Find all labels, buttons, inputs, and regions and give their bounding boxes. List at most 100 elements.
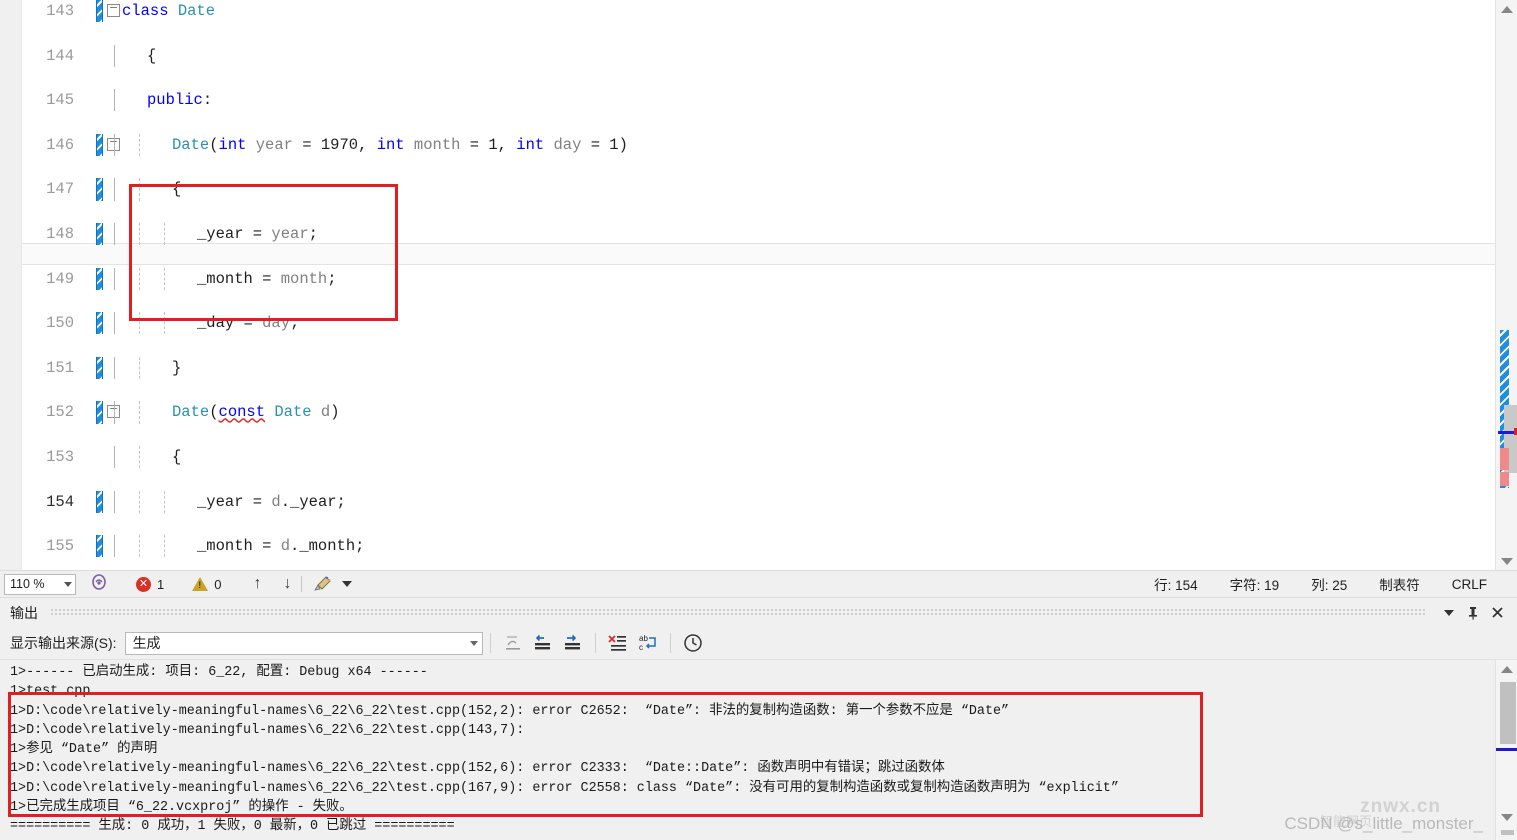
output-text-content[interactable]: 1>------ 已启动生成: 项目: 6_22, 配置: Debug x64 … xyxy=(0,660,1495,840)
word-wrap-icon: ab c xyxy=(639,634,656,652)
code-line[interactable]: 144 { xyxy=(22,44,1495,67)
code-line[interactable]: 152 Date(const Date d) xyxy=(22,401,1495,424)
status-divider xyxy=(301,576,303,592)
next-issue-button[interactable]: ↓ xyxy=(283,575,291,593)
svg-text:c: c xyxy=(639,643,643,652)
eol-indicator[interactable]: CRLF xyxy=(1436,577,1503,592)
code-line[interactable]: 146 Date(int year = 1970, int month = 1, … xyxy=(22,133,1495,157)
indent-guide xyxy=(114,312,115,335)
code-text-area[interactable]: 143 class Date 144 { 145 public: 146 Date(int y… xyxy=(22,0,1495,570)
output-line[interactable]: 1>D:\code\relatively-meaningful-names\6_… xyxy=(10,759,1495,778)
output-line[interactable]: 1>D:\code\relatively-meaningful-names\6_… xyxy=(10,702,1495,721)
svg-text:ab: ab xyxy=(639,634,648,643)
code-line-text: { xyxy=(172,447,182,466)
clear-output-button[interactable] xyxy=(603,630,633,656)
code-line[interactable]: 150 _day = day; xyxy=(22,312,1495,335)
intellisense-icon[interactable] xyxy=(90,573,108,595)
arrow-down-icon: ↓ xyxy=(283,575,292,592)
editor-selection-margin xyxy=(0,0,22,570)
indent-guide xyxy=(114,535,115,558)
editor-vertical-scrollbar[interactable] xyxy=(1495,0,1517,570)
fold-toggle-icon[interactable] xyxy=(107,4,120,17)
line-number: 148 xyxy=(46,224,74,243)
indent-guide xyxy=(114,267,115,290)
scrollbar-error-marker xyxy=(1500,448,1509,470)
chevron-down-icon[interactable] xyxy=(342,581,353,587)
show-timestamps-button[interactable] xyxy=(678,630,708,656)
zoom-level-selector[interactable]: 110 % xyxy=(4,573,76,595)
change-bar xyxy=(96,222,103,246)
error-count-indicator[interactable]: ✕ 1 xyxy=(136,576,164,592)
indent-guide xyxy=(139,222,140,246)
previous-message-button[interactable] xyxy=(528,630,558,656)
code-line-text: Date(const Date d) xyxy=(172,403,340,422)
indent-guide xyxy=(114,490,115,513)
output-line[interactable]: 1>参见 “Date” 的声明 xyxy=(10,740,1495,759)
indent-guide xyxy=(139,356,140,380)
code-line[interactable]: 149 _month = month; xyxy=(22,267,1495,290)
scroll-down-arrow-icon[interactable] xyxy=(1496,808,1517,826)
code-line[interactable]: 147 { xyxy=(22,178,1495,201)
code-line[interactable]: 154 _year = d._year; xyxy=(22,490,1495,513)
indent-guide xyxy=(139,178,140,201)
toggle-word-wrap-button[interactable]: ab c xyxy=(633,630,663,656)
scroll-down-arrow-icon[interactable] xyxy=(1496,552,1517,570)
toolbar-divider xyxy=(489,633,491,653)
code-line[interactable]: 145 public: xyxy=(22,89,1495,112)
output-source-dropdown[interactable]: 生成 xyxy=(124,631,483,655)
line-indicator[interactable]: 行: 154 xyxy=(1138,574,1214,594)
prev-issue-button[interactable]: ↑ xyxy=(253,575,261,593)
panel-drag-grip[interactable] xyxy=(50,608,1425,617)
code-cleanup-button[interactable] xyxy=(312,575,353,593)
output-line[interactable]: 1>D:\code\relatively-meaningful-names\6_… xyxy=(10,721,1495,740)
indent-guide xyxy=(139,401,140,424)
code-line-text: _day = day; xyxy=(197,314,300,333)
pin-panel-button[interactable] xyxy=(1461,601,1485,625)
close-panel-button[interactable] xyxy=(1485,601,1509,625)
indent-guide xyxy=(114,133,115,157)
code-line[interactable]: 151} xyxy=(22,356,1495,380)
output-line[interactable]: 1>------ 已启动生成: 项目: 6_22, 配置: Debug x64 … xyxy=(10,663,1495,682)
scroll-up-arrow-icon[interactable] xyxy=(1496,660,1517,678)
goto-message-icon xyxy=(505,636,520,650)
output-scrollbar-thumb[interactable] xyxy=(1500,682,1516,744)
output-vertical-scrollbar[interactable] xyxy=(1495,660,1517,840)
chevron-down-icon xyxy=(469,640,478,646)
output-line[interactable]: ========== 生成: 0 成功，1 失败，0 最新，0 已跳过 ====… xyxy=(10,817,1495,836)
indent-guide xyxy=(114,356,115,380)
next-message-button[interactable] xyxy=(558,630,588,656)
line-number: 146 xyxy=(46,135,74,154)
change-bar xyxy=(96,133,103,157)
code-line[interactable]: 153 { xyxy=(22,445,1495,469)
column-indicator[interactable]: 列: 25 xyxy=(1295,574,1363,594)
output-line[interactable]: 1>test.cpp xyxy=(10,682,1495,701)
output-line[interactable]: 1>已完成生成项目 “6_22.vcxproj” 的操作 - 失败。 xyxy=(10,798,1495,817)
code-line-text: _month = month; xyxy=(197,269,337,288)
indent-guide xyxy=(114,445,115,469)
pin-icon xyxy=(1469,606,1477,620)
indent-guide xyxy=(139,133,140,157)
code-line-text: _year = year; xyxy=(197,224,318,243)
line-number: 145 xyxy=(46,91,74,110)
tab-indicator[interactable]: 制表符 xyxy=(1363,574,1436,594)
change-bar xyxy=(96,178,103,201)
code-line[interactable]: 143 class Date xyxy=(22,0,1495,23)
chevron-down-icon[interactable] xyxy=(64,581,72,587)
output-line[interactable]: 1>D:\code\relatively-meaningful-names\6_… xyxy=(10,779,1495,798)
scroll-up-arrow-icon[interactable] xyxy=(1496,0,1517,18)
code-line[interactable]: 155 _month = d._month; xyxy=(22,535,1495,558)
indent-guide xyxy=(164,222,165,246)
char-indicator[interactable]: 字符: 19 xyxy=(1214,574,1296,594)
go-to-message-button[interactable] xyxy=(498,630,528,656)
status-bar-right-group: 行: 154 字符: 19 列: 25 制表符 CRLF xyxy=(1138,574,1517,594)
warning-count-indicator[interactable]: 0 xyxy=(192,577,221,592)
code-line[interactable]: 148 _year = year; xyxy=(22,222,1495,246)
warning-count-value: 0 xyxy=(214,576,222,592)
indent-guide xyxy=(139,312,140,335)
code-line-text: { xyxy=(147,46,157,65)
code-line-text: class Date xyxy=(122,2,216,20)
clear-all-icon xyxy=(607,635,626,651)
code-editor-pane[interactable]: 143 class Date 144 { 145 public: 146 Date(int y… xyxy=(0,0,1517,570)
panel-menu-button[interactable] xyxy=(1437,601,1461,625)
indent-guide xyxy=(114,401,115,424)
